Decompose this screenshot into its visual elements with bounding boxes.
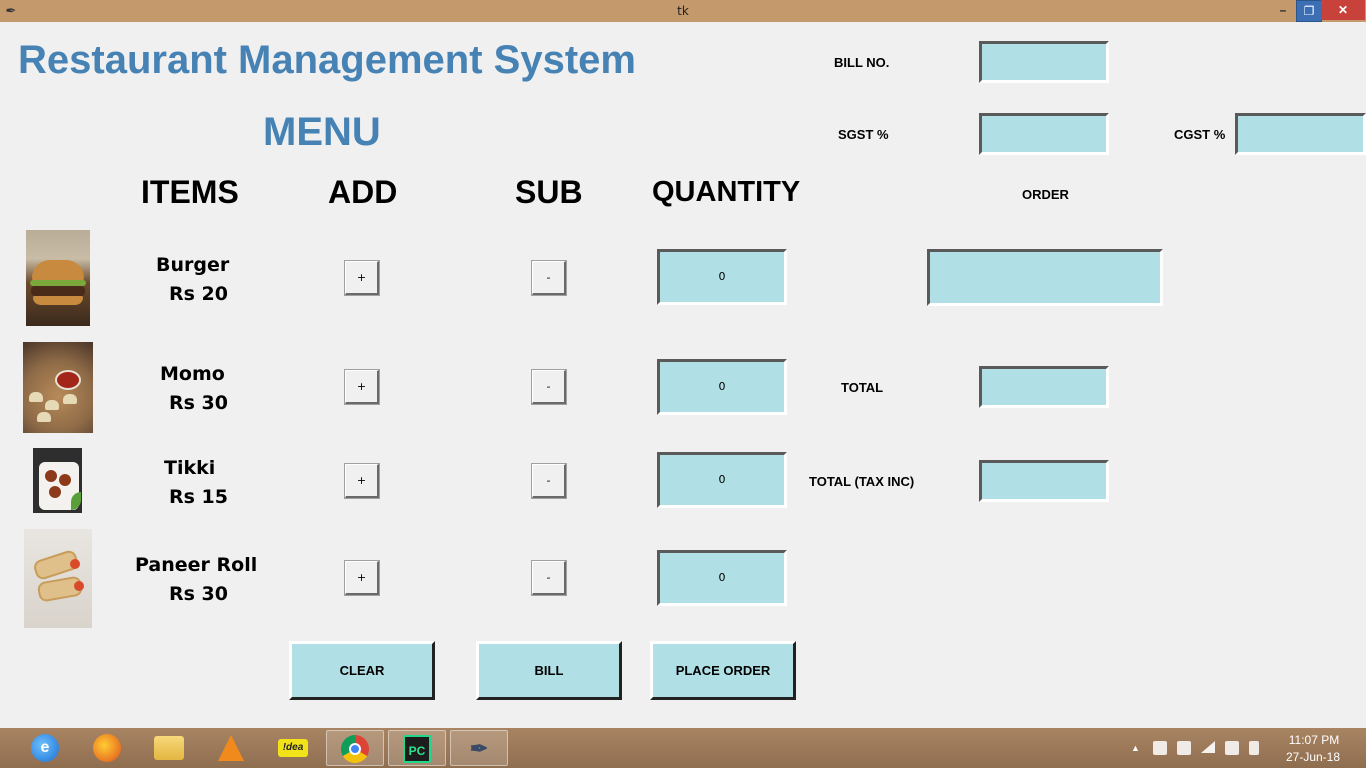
momo-dumpling [63, 394, 77, 404]
total-field[interactable] [979, 366, 1109, 408]
idea-icon: !dea [278, 739, 308, 757]
momo-dumpling [37, 412, 51, 422]
clear-button[interactable]: CLEAR [289, 641, 435, 700]
momo-image [23, 342, 93, 433]
close-button[interactable]: ✕ [1321, 0, 1365, 20]
action-center-icon[interactable] [1177, 741, 1191, 755]
quantity-burger-field[interactable]: 0 [657, 249, 787, 305]
tikki-patty [49, 486, 61, 498]
item-price-burger: Rs 20 [169, 283, 228, 305]
volume-muted-icon[interactable] [1225, 741, 1239, 755]
item-name-tikki: Tikki [164, 457, 216, 479]
bill-no-label: BILL NO. [834, 55, 890, 70]
total-label: TOTAL [841, 380, 884, 395]
quantity-momo-field[interactable]: 0 [657, 359, 787, 415]
chrome-taskbar-button[interactable] [326, 730, 384, 766]
tk-feather-icon: ✒ [469, 736, 489, 761]
tikki-leaf [71, 492, 81, 510]
burger-patty [31, 286, 85, 296]
sgst-field[interactable] [979, 113, 1109, 155]
roll-filling [70, 559, 80, 569]
item-name-burger: Burger [156, 254, 230, 276]
idea-taskbar-button[interactable]: !dea [264, 730, 322, 766]
item-name-paneer-roll: Paneer Roll [135, 554, 258, 576]
add-momo-button[interactable]: + [344, 369, 380, 405]
menu-title: MENU [263, 110, 381, 154]
column-header-items: ITEMS [141, 174, 239, 210]
place-order-button[interactable]: PLACE ORDER [650, 641, 796, 700]
internet-explorer-taskbar-button[interactable]: e [16, 730, 74, 766]
column-header-sub: SUB [515, 174, 583, 210]
total-tax-field[interactable] [979, 460, 1109, 502]
cgst-label: CGST % [1174, 127, 1226, 142]
add-burger-button[interactable]: + [344, 260, 380, 296]
quantity-tikki-field[interactable]: 0 [657, 452, 787, 508]
tikki-patty [45, 470, 57, 482]
bill-no-field[interactable] [979, 41, 1109, 83]
sub-tikki-button[interactable]: - [531, 463, 567, 499]
item-name-momo: Momo [160, 363, 225, 385]
sub-paneer-roll-button[interactable]: - [531, 560, 567, 596]
clock-date[interactable]: 27-Jun-18 [1280, 750, 1346, 764]
firefox-icon [93, 734, 121, 762]
firefox-taskbar-button[interactable] [78, 730, 136, 766]
minimize-button[interactable]: – [1271, 0, 1295, 20]
paneer-roll-image [24, 529, 92, 628]
app-title: Restaurant Management System [18, 38, 636, 82]
vlc-icon [218, 735, 244, 761]
tikki-image [33, 448, 82, 513]
pycharm-icon: PC [403, 735, 431, 763]
roll-filling [74, 581, 84, 591]
sgst-label: SGST % [838, 127, 889, 142]
taskbar: e !dea PC ✒ ▲ 11:07 PM 27-Jun-18 [0, 728, 1366, 768]
order-field[interactable] [927, 249, 1163, 306]
momo-dumpling [45, 400, 59, 410]
clock-time[interactable]: 11:07 PM [1284, 733, 1344, 747]
total-tax-label: TOTAL (TAX INC) [809, 474, 915, 489]
show-hidden-icons-icon[interactable]: ▲ [1131, 728, 1140, 768]
column-header-add: ADD [328, 174, 398, 210]
bill-button[interactable]: BILL [476, 641, 622, 700]
add-paneer-roll-button[interactable]: + [344, 560, 380, 596]
internet-explorer-icon: e [31, 734, 59, 762]
battery-icon[interactable] [1249, 741, 1259, 755]
file-explorer-icon [154, 736, 184, 760]
window-titlebar[interactable]: tk ✒ – ❐ ✕ [0, 0, 1366, 22]
item-price-paneer-roll: Rs 30 [169, 583, 228, 605]
burger-bun-bottom [33, 296, 83, 305]
column-header-quantity: QUANTITY [652, 176, 801, 208]
add-tikki-button[interactable]: + [344, 463, 380, 499]
sub-burger-button[interactable]: - [531, 260, 567, 296]
network-status-icon[interactable] [1153, 741, 1167, 755]
cgst-field[interactable] [1235, 113, 1366, 155]
burger-image [26, 230, 90, 326]
tk-taskbar-button[interactable]: ✒ [450, 730, 508, 766]
momo-sauce-bowl [55, 370, 81, 390]
chrome-icon [341, 735, 369, 763]
tikki-patty [59, 474, 71, 486]
signal-strength-icon[interactable] [1201, 741, 1215, 753]
file-explorer-taskbar-button[interactable] [140, 730, 198, 766]
pycharm-taskbar-button[interactable]: PC [388, 730, 446, 766]
momo-dumpling [29, 392, 43, 402]
sub-momo-button[interactable]: - [531, 369, 567, 405]
window-title: tk [677, 4, 689, 18]
quantity-paneer-roll-field[interactable]: 0 [657, 550, 787, 606]
burger-bun-top [32, 260, 84, 282]
feather-icon: ✒ [5, 3, 17, 18]
order-label: ORDER [1022, 187, 1069, 202]
item-price-momo: Rs 30 [169, 392, 228, 414]
vlc-taskbar-button[interactable] [202, 730, 260, 766]
item-price-tikki: Rs 15 [169, 486, 228, 508]
maximize-button[interactable]: ❐ [1296, 0, 1322, 22]
